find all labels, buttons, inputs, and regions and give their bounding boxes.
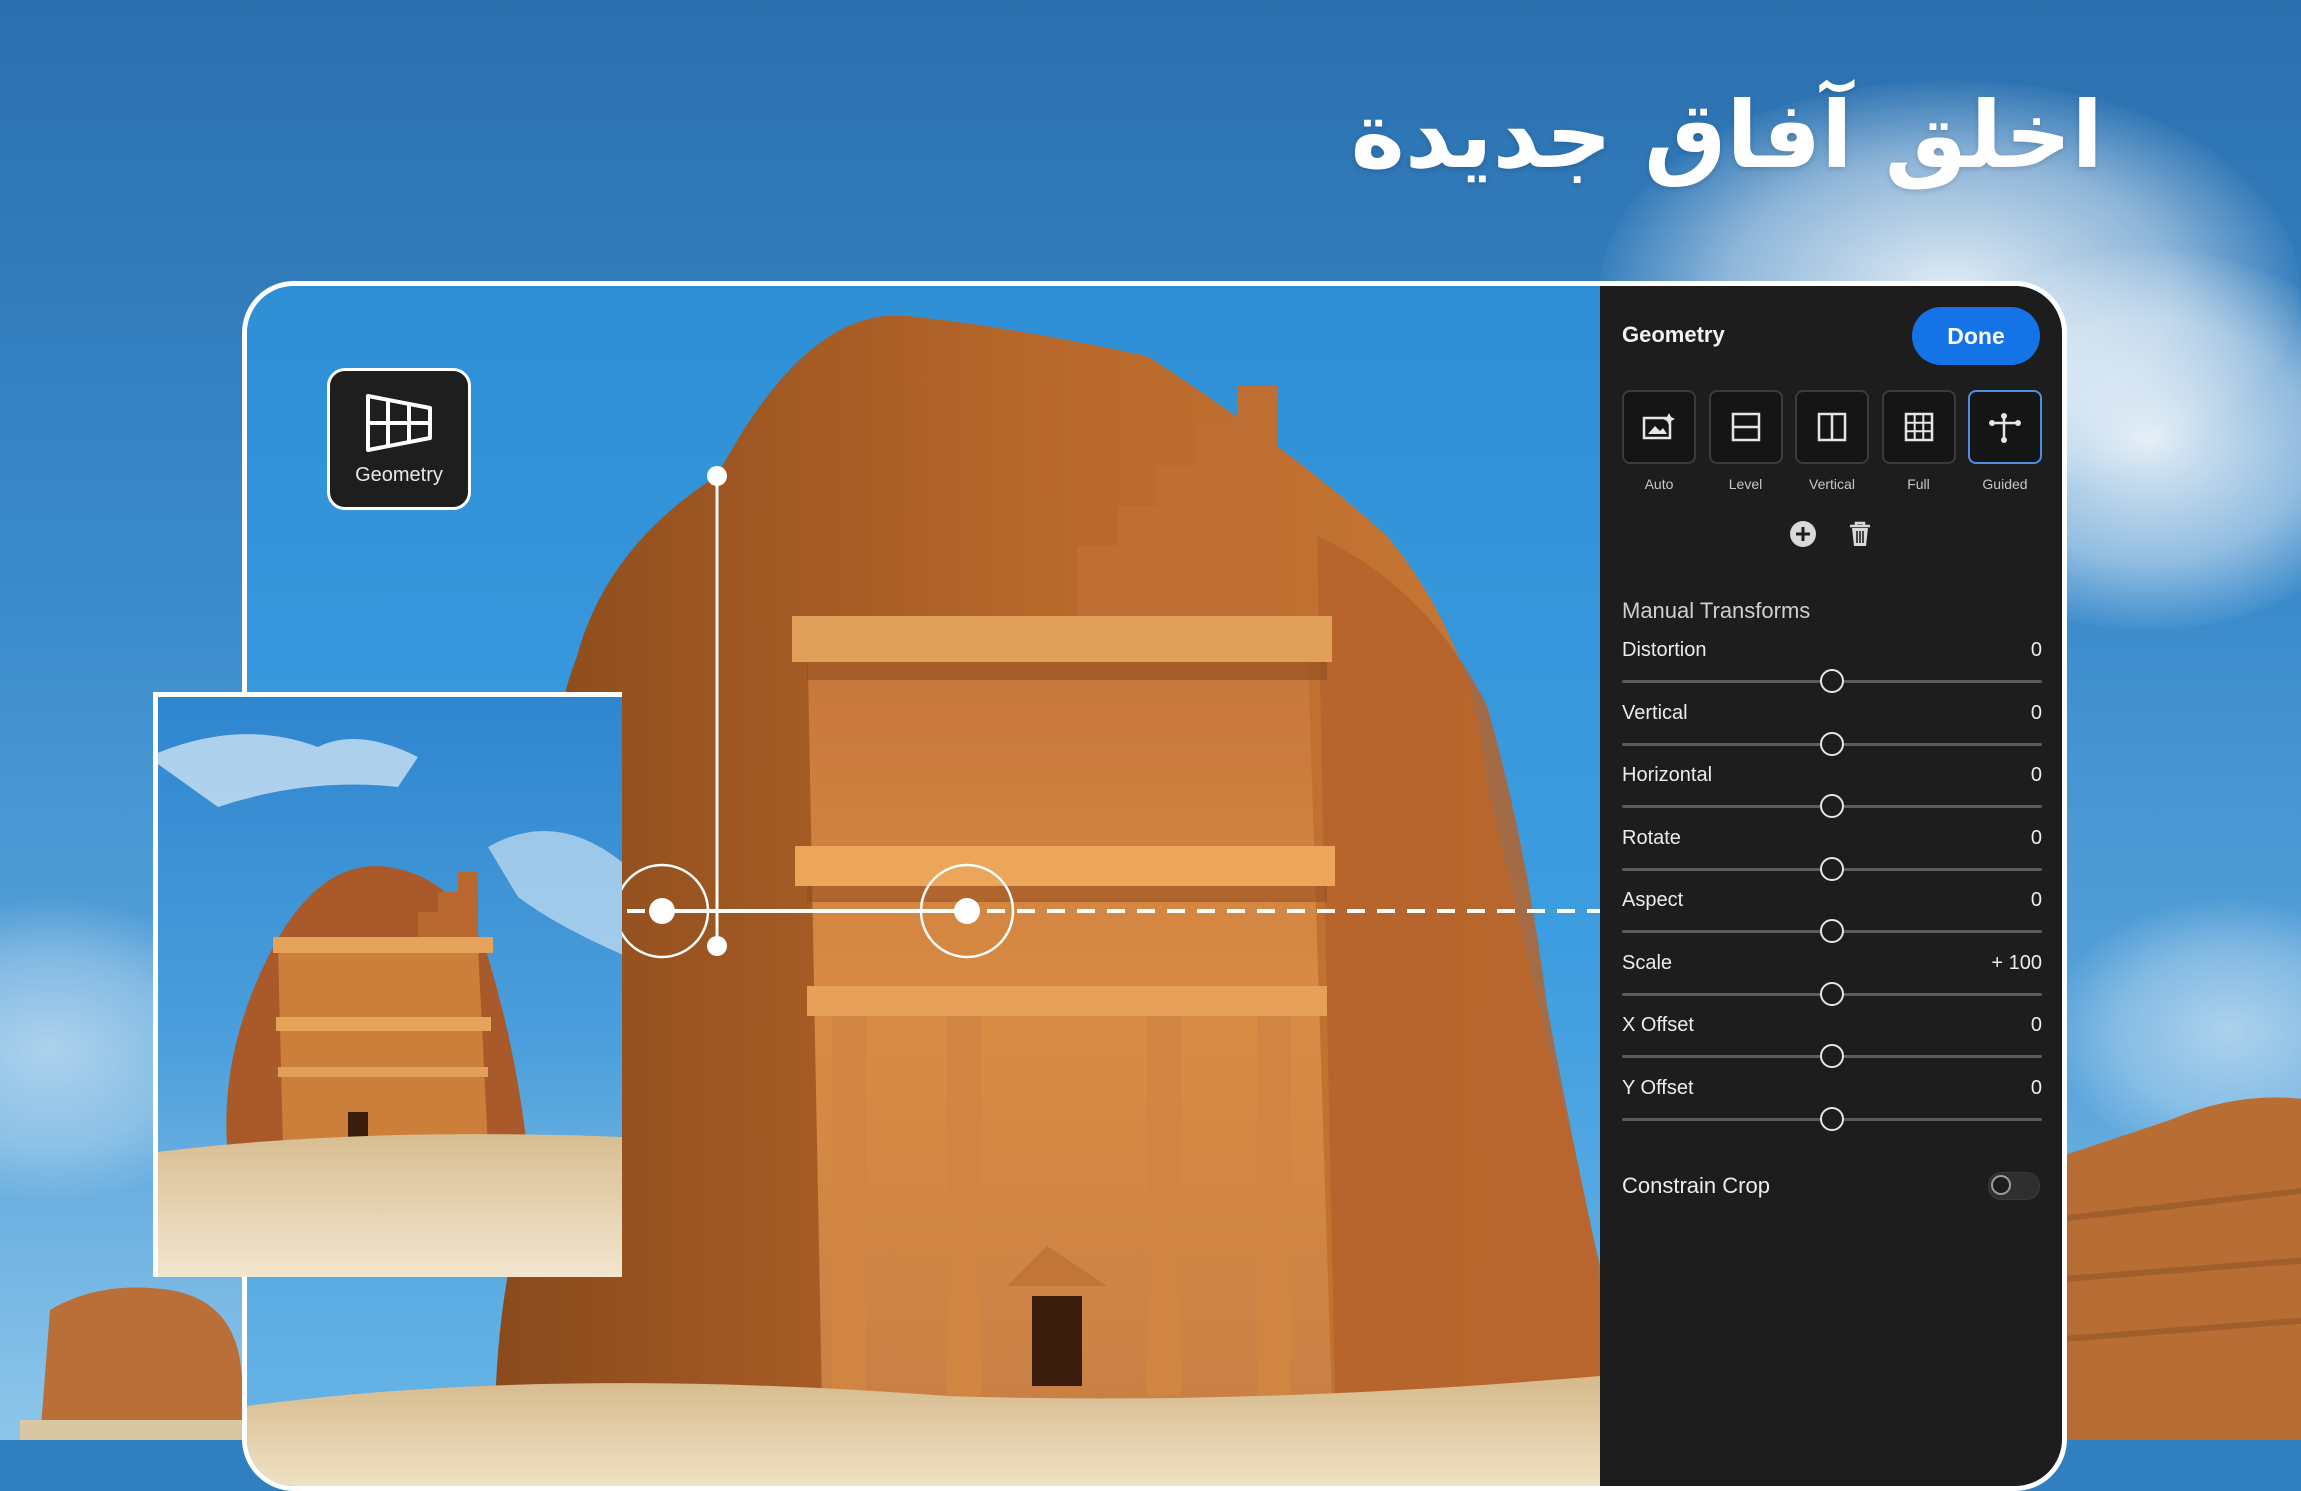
slider-aspect: Aspect 0: [1622, 889, 2042, 949]
slider-knob[interactable]: [1820, 981, 1844, 1006]
panel-title: Geometry: [1622, 322, 1725, 347]
slider-knob[interactable]: [1820, 856, 1844, 881]
slider-value: + 100: [1991, 951, 2042, 974]
level-icon: [1708, 390, 1783, 464]
slider-distortion: Distortion 0: [1622, 639, 2042, 699]
slider-value: 0: [2030, 1014, 2042, 1036]
constrain-crop-toggle[interactable]: [1988, 1172, 2040, 1200]
slider-label: Aspect: [1622, 889, 1684, 911]
guide-actions: [1600, 520, 2062, 548]
slider-knob[interactable]: [1820, 731, 1844, 756]
guided-icon: [1968, 390, 2042, 464]
slider-label: X Offset: [1622, 1014, 1694, 1036]
slider-vertical: Vertical 0: [1622, 702, 2042, 762]
geometry-panel: Geometry Done Auto Level Vertical Full Guide…: [1600, 286, 2062, 1486]
slider-knob[interactable]: [1820, 669, 1844, 693]
mode-label: Vertical: [1809, 476, 1855, 492]
mode-label: Level: [1728, 476, 1763, 492]
upright-modes: Auto Level Vertical Full Guided: [1622, 390, 2042, 492]
trash-icon[interactable]: [1847, 520, 1873, 548]
background-rock-right: [2050, 1097, 2301, 1440]
before-preview: [153, 692, 622, 1277]
slider-value: 0: [2030, 1076, 2042, 1099]
mode-label: Full: [1907, 476, 1930, 492]
geometry-badge: Geometry: [327, 368, 471, 510]
mode-vertical[interactable]: Vertical: [1795, 390, 1869, 492]
slider-horizontal: Horizontal 0: [1622, 764, 2042, 824]
slider-value: 0: [2030, 639, 2042, 661]
mode-full[interactable]: Full: [1881, 390, 1956, 492]
slider-knob[interactable]: [1820, 1044, 1844, 1068]
background-rock-left: [20, 1287, 250, 1440]
slider-knob[interactable]: [1820, 1106, 1844, 1131]
slider-scale: Scale + 100: [1622, 952, 2042, 1012]
headline: اخلق آفاق جديدة: [1350, 82, 2103, 189]
slider-label: Y Offset: [1622, 1076, 1694, 1099]
slider-label: Horizontal: [1622, 764, 1713, 786]
slider-value: 0: [2030, 764, 2042, 786]
add-guide-icon[interactable]: [1789, 520, 1817, 548]
slider-label: Distortion: [1622, 639, 1707, 661]
geometry-badge-label: Geometry: [355, 463, 443, 486]
done-button[interactable]: Done: [1912, 307, 2040, 365]
constrain-crop-label: Constrain Crop: [1622, 1173, 1770, 1198]
slider-knob[interactable]: [1820, 794, 1844, 818]
slider-rotate: Rotate 0: [1622, 827, 2042, 887]
slider-label: Scale: [1622, 951, 1673, 974]
mode-auto[interactable]: Auto: [1622, 390, 1696, 492]
slider-y-offset: Y Offset 0: [1622, 1077, 2042, 1137]
slider-knob[interactable]: [1820, 919, 1844, 943]
manual-transforms-title: Manual Transforms: [1622, 598, 1811, 623]
slider-label: Rotate: [1622, 826, 1681, 849]
mode-guided[interactable]: Guided: [1968, 390, 2042, 492]
vertical-icon: [1795, 390, 1869, 464]
geometry-icon: [366, 393, 432, 452]
slider-value: 0: [2030, 826, 2042, 849]
mode-label: Auto: [1644, 476, 1674, 492]
slider-value: 0: [2030, 701, 2042, 724]
toggle-knob: [1991, 1175, 2011, 1195]
before-photo: [158, 734, 622, 1277]
auto-upright-icon: [1622, 390, 1696, 464]
slider-label: Vertical: [1622, 701, 1688, 724]
mode-label: Guided: [1982, 476, 2028, 492]
slider-x-offset: X Offset 0: [1622, 1014, 2042, 1074]
slider-value: 0: [2030, 889, 2042, 911]
mode-level[interactable]: Level: [1708, 390, 1783, 492]
full-grid-icon: [1881, 390, 1956, 464]
